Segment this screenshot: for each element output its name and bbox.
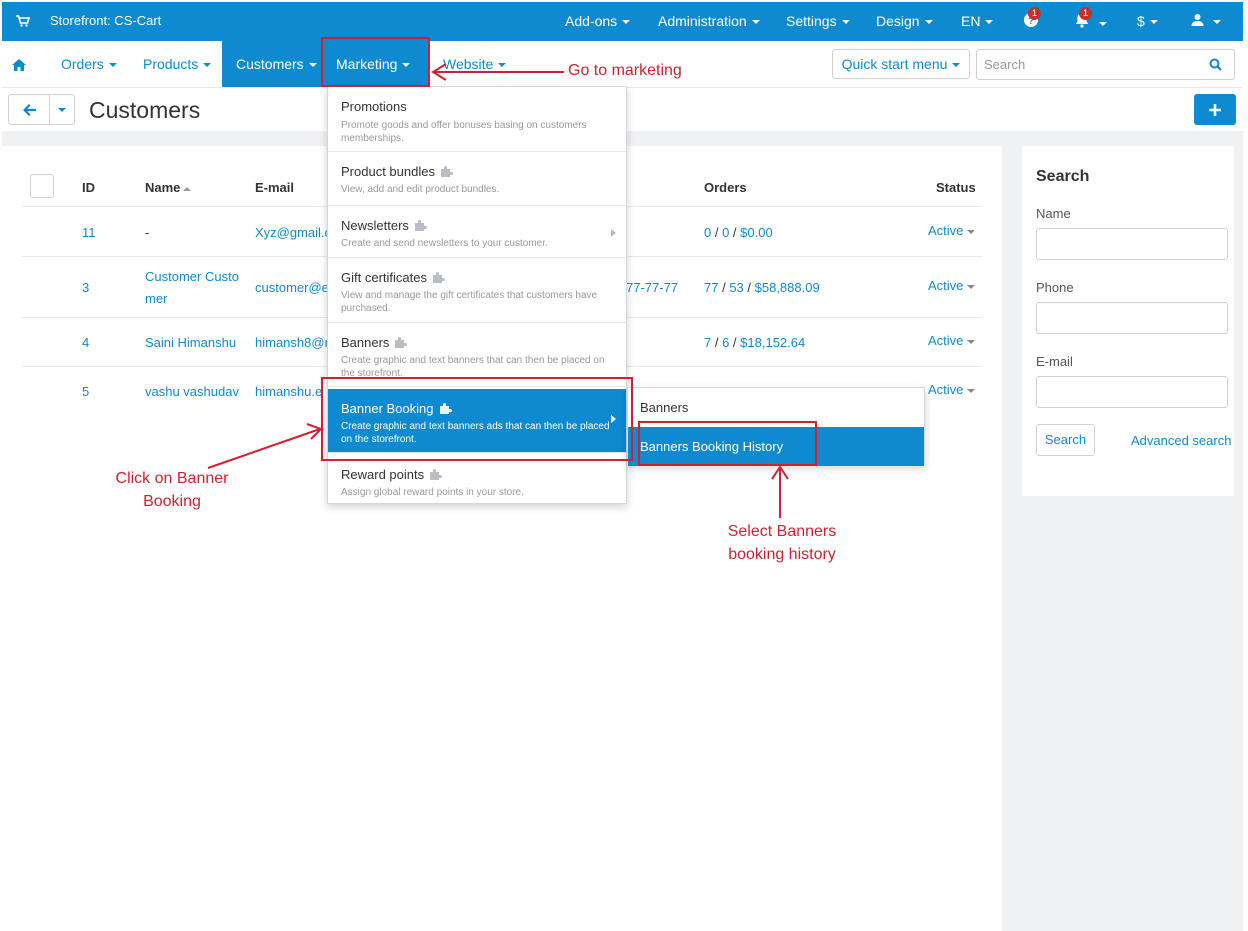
app-window: Storefront: CS-Cart Add-ons Administrati… [2, 2, 1243, 931]
arrow-to-banner-booking [207, 428, 321, 469]
annotation-arrows [207, 63, 789, 518]
